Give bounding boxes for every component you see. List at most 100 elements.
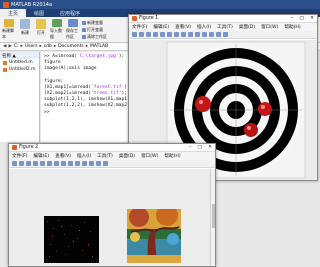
legend-icon[interactable] xyxy=(103,161,108,166)
open-variable-button[interactable]: 打开变量 xyxy=(82,27,107,33)
maximize-icon[interactable]: □ xyxy=(197,145,202,150)
save-icon[interactable] xyxy=(146,32,151,37)
tab-plots[interactable]: 绘图 xyxy=(26,9,52,17)
menu-file[interactable]: 文件(F) xyxy=(12,153,27,159)
pan-icon[interactable] xyxy=(181,32,186,37)
figure-2-canvas xyxy=(9,169,215,266)
new-figure-icon[interactable] xyxy=(12,161,17,166)
column-header-name[interactable]: 名称 ▲ xyxy=(0,52,39,59)
forest-image xyxy=(44,216,99,263)
zoom-out-icon[interactable] xyxy=(174,32,179,37)
list-item[interactable]: Untitled2.m xyxy=(0,66,39,73)
scrollbar-thumb[interactable] xyxy=(212,204,215,228)
menu-help[interactable]: 帮助(H) xyxy=(284,24,300,30)
path-segment[interactable]: sdb xyxy=(44,44,52,49)
window-title: MATLAB R2014a xyxy=(11,1,53,8)
data-cursor-icon[interactable] xyxy=(195,32,200,37)
new-icon xyxy=(20,19,30,29)
clear-icon xyxy=(82,35,86,39)
legend-icon[interactable] xyxy=(223,32,228,37)
path-segment[interactable]: Users xyxy=(25,44,38,49)
minimize-icon[interactable]: – xyxy=(291,16,293,21)
open-icon[interactable] xyxy=(19,161,24,166)
menu-view[interactable]: 查看(V) xyxy=(55,153,71,159)
rotate-icon[interactable] xyxy=(68,161,73,166)
link-icon[interactable] xyxy=(209,32,214,37)
subplot-trees-image xyxy=(127,209,181,263)
folder-icon xyxy=(36,19,46,29)
figure-2-toolbar xyxy=(9,160,215,168)
tab-home[interactable]: 主页 xyxy=(0,9,27,17)
pointer-icon[interactable] xyxy=(40,161,45,166)
menu-edit[interactable]: 编辑(E) xyxy=(153,24,169,30)
variable-icon xyxy=(82,28,86,32)
menu-desktop[interactable]: 桌面(D) xyxy=(119,153,135,159)
colorbar-icon[interactable] xyxy=(96,161,101,166)
link-icon[interactable] xyxy=(89,161,94,166)
clear-workspace-button[interactable]: 清除工作区 xyxy=(82,34,107,40)
menu-desktop[interactable]: 桌面(D) xyxy=(239,24,255,30)
menu-file[interactable]: 文件(F) xyxy=(132,24,147,30)
subplot-forest-image xyxy=(44,216,99,263)
open-button[interactable]: 打开 xyxy=(34,19,48,40)
brush-icon[interactable] xyxy=(202,32,207,37)
menu-help[interactable]: 帮助(H) xyxy=(164,153,180,159)
colorbar-icon[interactable] xyxy=(216,32,221,37)
menu-view[interactable]: 查看(V) xyxy=(175,24,191,30)
menu-insert[interactable]: 插入(I) xyxy=(77,153,91,159)
figure-1-toolbar xyxy=(129,31,317,39)
print-icon[interactable] xyxy=(153,32,158,37)
open-icon[interactable] xyxy=(139,32,144,37)
close-icon[interactable]: ✕ xyxy=(310,16,314,21)
menu-window[interactable]: 窗口(W) xyxy=(261,24,278,30)
path-segment[interactable]: MATLAB xyxy=(90,44,108,49)
figure-2-titlebar[interactable]: Figure 2 – □ ✕ xyxy=(9,144,215,152)
figure-1-menubar: 文件(F) 编辑(E) 查看(V) 插入(I) 工具(T) 桌面(D) 窗口(W… xyxy=(129,23,317,31)
brush-icon[interactable] xyxy=(82,161,87,166)
figure-2-menubar: 文件(F) 编辑(E) 查看(V) 插入(I) 工具(T) 桌面(D) 窗口(W… xyxy=(9,152,215,160)
minimize-icon[interactable]: – xyxy=(189,145,191,150)
forward-arrow-icon[interactable]: ▶ xyxy=(8,44,11,49)
vertical-scrollbar[interactable] xyxy=(210,169,215,266)
new-script-icon xyxy=(4,19,14,27)
path-segment[interactable]: C: xyxy=(14,44,19,49)
data-cursor-icon[interactable] xyxy=(75,161,80,166)
menu-insert[interactable]: 插入(I) xyxy=(197,24,211,30)
figure-2-window[interactable]: Figure 2 – □ ✕ 文件(F) 编辑(E) 查看(V) 插入(I) 工具(… xyxy=(8,143,216,267)
new-figure-icon[interactable] xyxy=(132,32,137,37)
zoom-in-icon[interactable] xyxy=(47,161,52,166)
m-file-icon xyxy=(3,60,7,65)
figure-1-titlebar[interactable]: Figure 1 – □ ✕ xyxy=(129,15,317,23)
zoom-in-icon[interactable] xyxy=(167,32,172,37)
back-arrow-icon[interactable]: ◀ xyxy=(3,44,6,49)
figure-icon xyxy=(132,16,137,21)
list-item[interactable]: Untitled.m xyxy=(0,59,39,66)
menu-tools[interactable]: 工具(T) xyxy=(217,24,233,30)
m-file-icon xyxy=(3,67,7,72)
print-icon[interactable] xyxy=(33,161,38,166)
maximize-icon[interactable]: □ xyxy=(299,16,304,21)
import-data-button[interactable]: 导入数据 xyxy=(50,19,64,40)
rotate-icon[interactable] xyxy=(188,32,193,37)
tab-apps[interactable]: 应用程序 xyxy=(52,9,88,17)
matlab-logo-icon xyxy=(3,1,9,8)
new-variable-button[interactable]: 新建变量 xyxy=(82,20,107,26)
trees-image xyxy=(127,209,181,263)
save-icon[interactable] xyxy=(26,161,31,166)
new-button[interactable]: 新建 xyxy=(18,19,32,40)
new-script-button[interactable]: 新建脚本 xyxy=(2,19,16,40)
pan-icon[interactable] xyxy=(61,161,66,166)
menu-edit[interactable]: 编辑(E) xyxy=(33,153,49,159)
matlab-titlebar: MATLAB R2014a xyxy=(0,0,320,9)
zoom-out-icon[interactable] xyxy=(54,161,59,166)
pointer-icon[interactable] xyxy=(160,32,165,37)
close-icon[interactable]: ✕ xyxy=(208,145,212,150)
save-icon xyxy=(68,19,78,27)
figure-icon xyxy=(12,145,17,150)
current-folder-panel: 名称 ▲ Untitled.m Untitled2.m xyxy=(0,52,40,142)
path-segment[interactable]: Documents xyxy=(58,44,84,49)
variable-icon xyxy=(82,21,86,25)
menu-tools[interactable]: 工具(T) xyxy=(97,153,113,159)
menu-window[interactable]: 窗口(W) xyxy=(141,153,158,159)
save-workspace-button[interactable]: 保存工作区 xyxy=(66,19,80,40)
